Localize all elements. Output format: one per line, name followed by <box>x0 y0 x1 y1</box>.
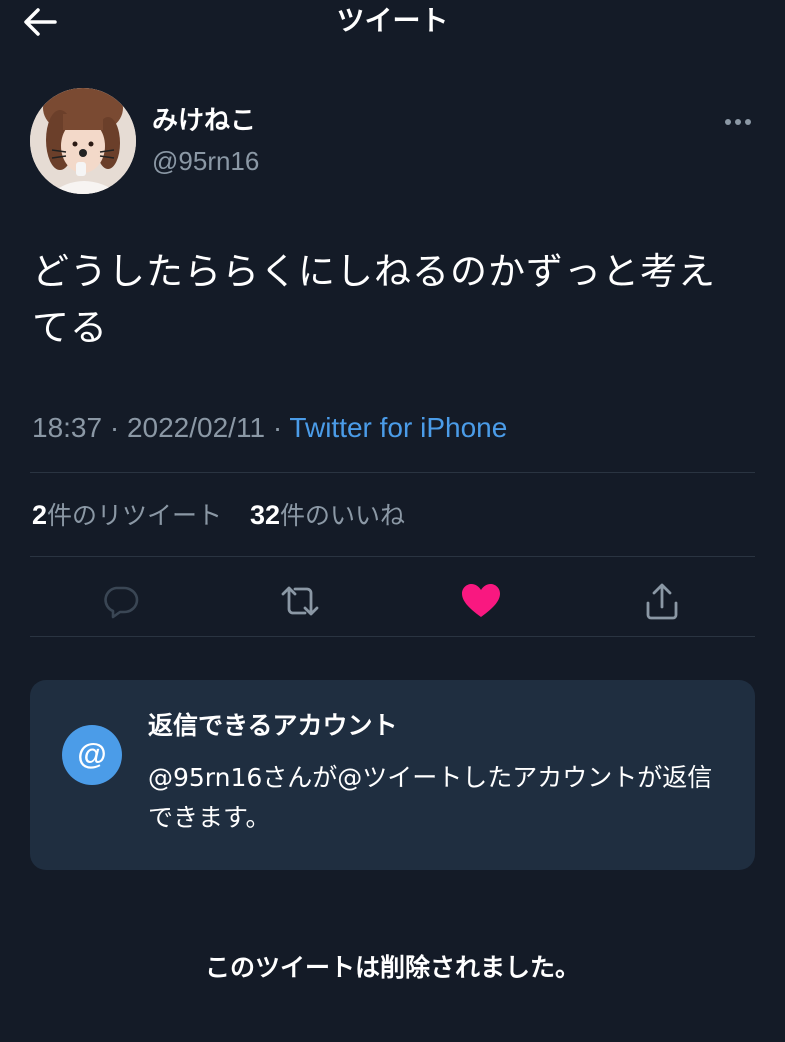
tweet-source-link[interactable]: Twitter for iPhone <box>289 412 507 443</box>
meta-separator: · <box>272 412 283 443</box>
tweet-stats: 2件のリツイート 32件のいいね <box>32 497 405 534</box>
divider <box>30 636 755 637</box>
page-title: ツイート <box>336 4 449 37</box>
user-handle[interactable]: @95rn16 <box>152 144 259 178</box>
mention-symbol: @ <box>77 738 107 771</box>
like-label: 件のいいね <box>280 501 406 530</box>
divider <box>30 472 755 473</box>
tweet-meta: 18:37 · 2022/02/11 · Twitter for iPhone <box>32 408 507 448</box>
retweet-count: 2 <box>32 500 48 530</box>
meta-separator: · <box>109 412 120 443</box>
retweet-label: 件のリツイート <box>47 501 223 530</box>
reply-settings-card: @ 返信できるアカウント @95rn16さんが@ツイートしたアカウントが返信でき… <box>30 680 755 870</box>
avatar[interactable] <box>30 88 136 194</box>
tweet-time: 18:37 <box>32 412 103 443</box>
divider <box>30 556 755 557</box>
deleted-notice: このツイートは削除されました。 <box>204 953 580 982</box>
share-button[interactable] <box>636 575 688 627</box>
retweets-stat[interactable]: 2件のリツイート <box>32 500 223 530</box>
retweet-icon <box>281 586 319 616</box>
display-name[interactable]: みけねこ <box>152 104 256 138</box>
share-icon <box>646 583 678 620</box>
action-bar <box>0 575 785 627</box>
more-button[interactable] <box>716 108 760 136</box>
tweet-date: 2022/02/11 <box>126 412 266 443</box>
top-bar: ツイート <box>0 0 785 50</box>
like-count: 32 <box>250 500 281 530</box>
likes-stat[interactable]: 32件のいいね <box>250 500 406 530</box>
like-button[interactable] <box>455 575 507 627</box>
reply-icon <box>104 586 139 619</box>
retweet-button[interactable] <box>274 575 326 627</box>
tweet-text: どうしたららくにしねるのかずっと考えてる <box>32 250 716 349</box>
reply-settings-description: @95rn16さんが@ツイートしたアカウントが返信できます。 <box>148 763 713 832</box>
like-icon <box>462 584 500 617</box>
avatar-image <box>30 88 136 194</box>
reply-settings-title: 返信できるアカウント <box>148 711 398 740</box>
reply-button[interactable] <box>94 575 146 627</box>
mention-icon: @ <box>62 725 122 785</box>
more-icon <box>725 119 751 125</box>
